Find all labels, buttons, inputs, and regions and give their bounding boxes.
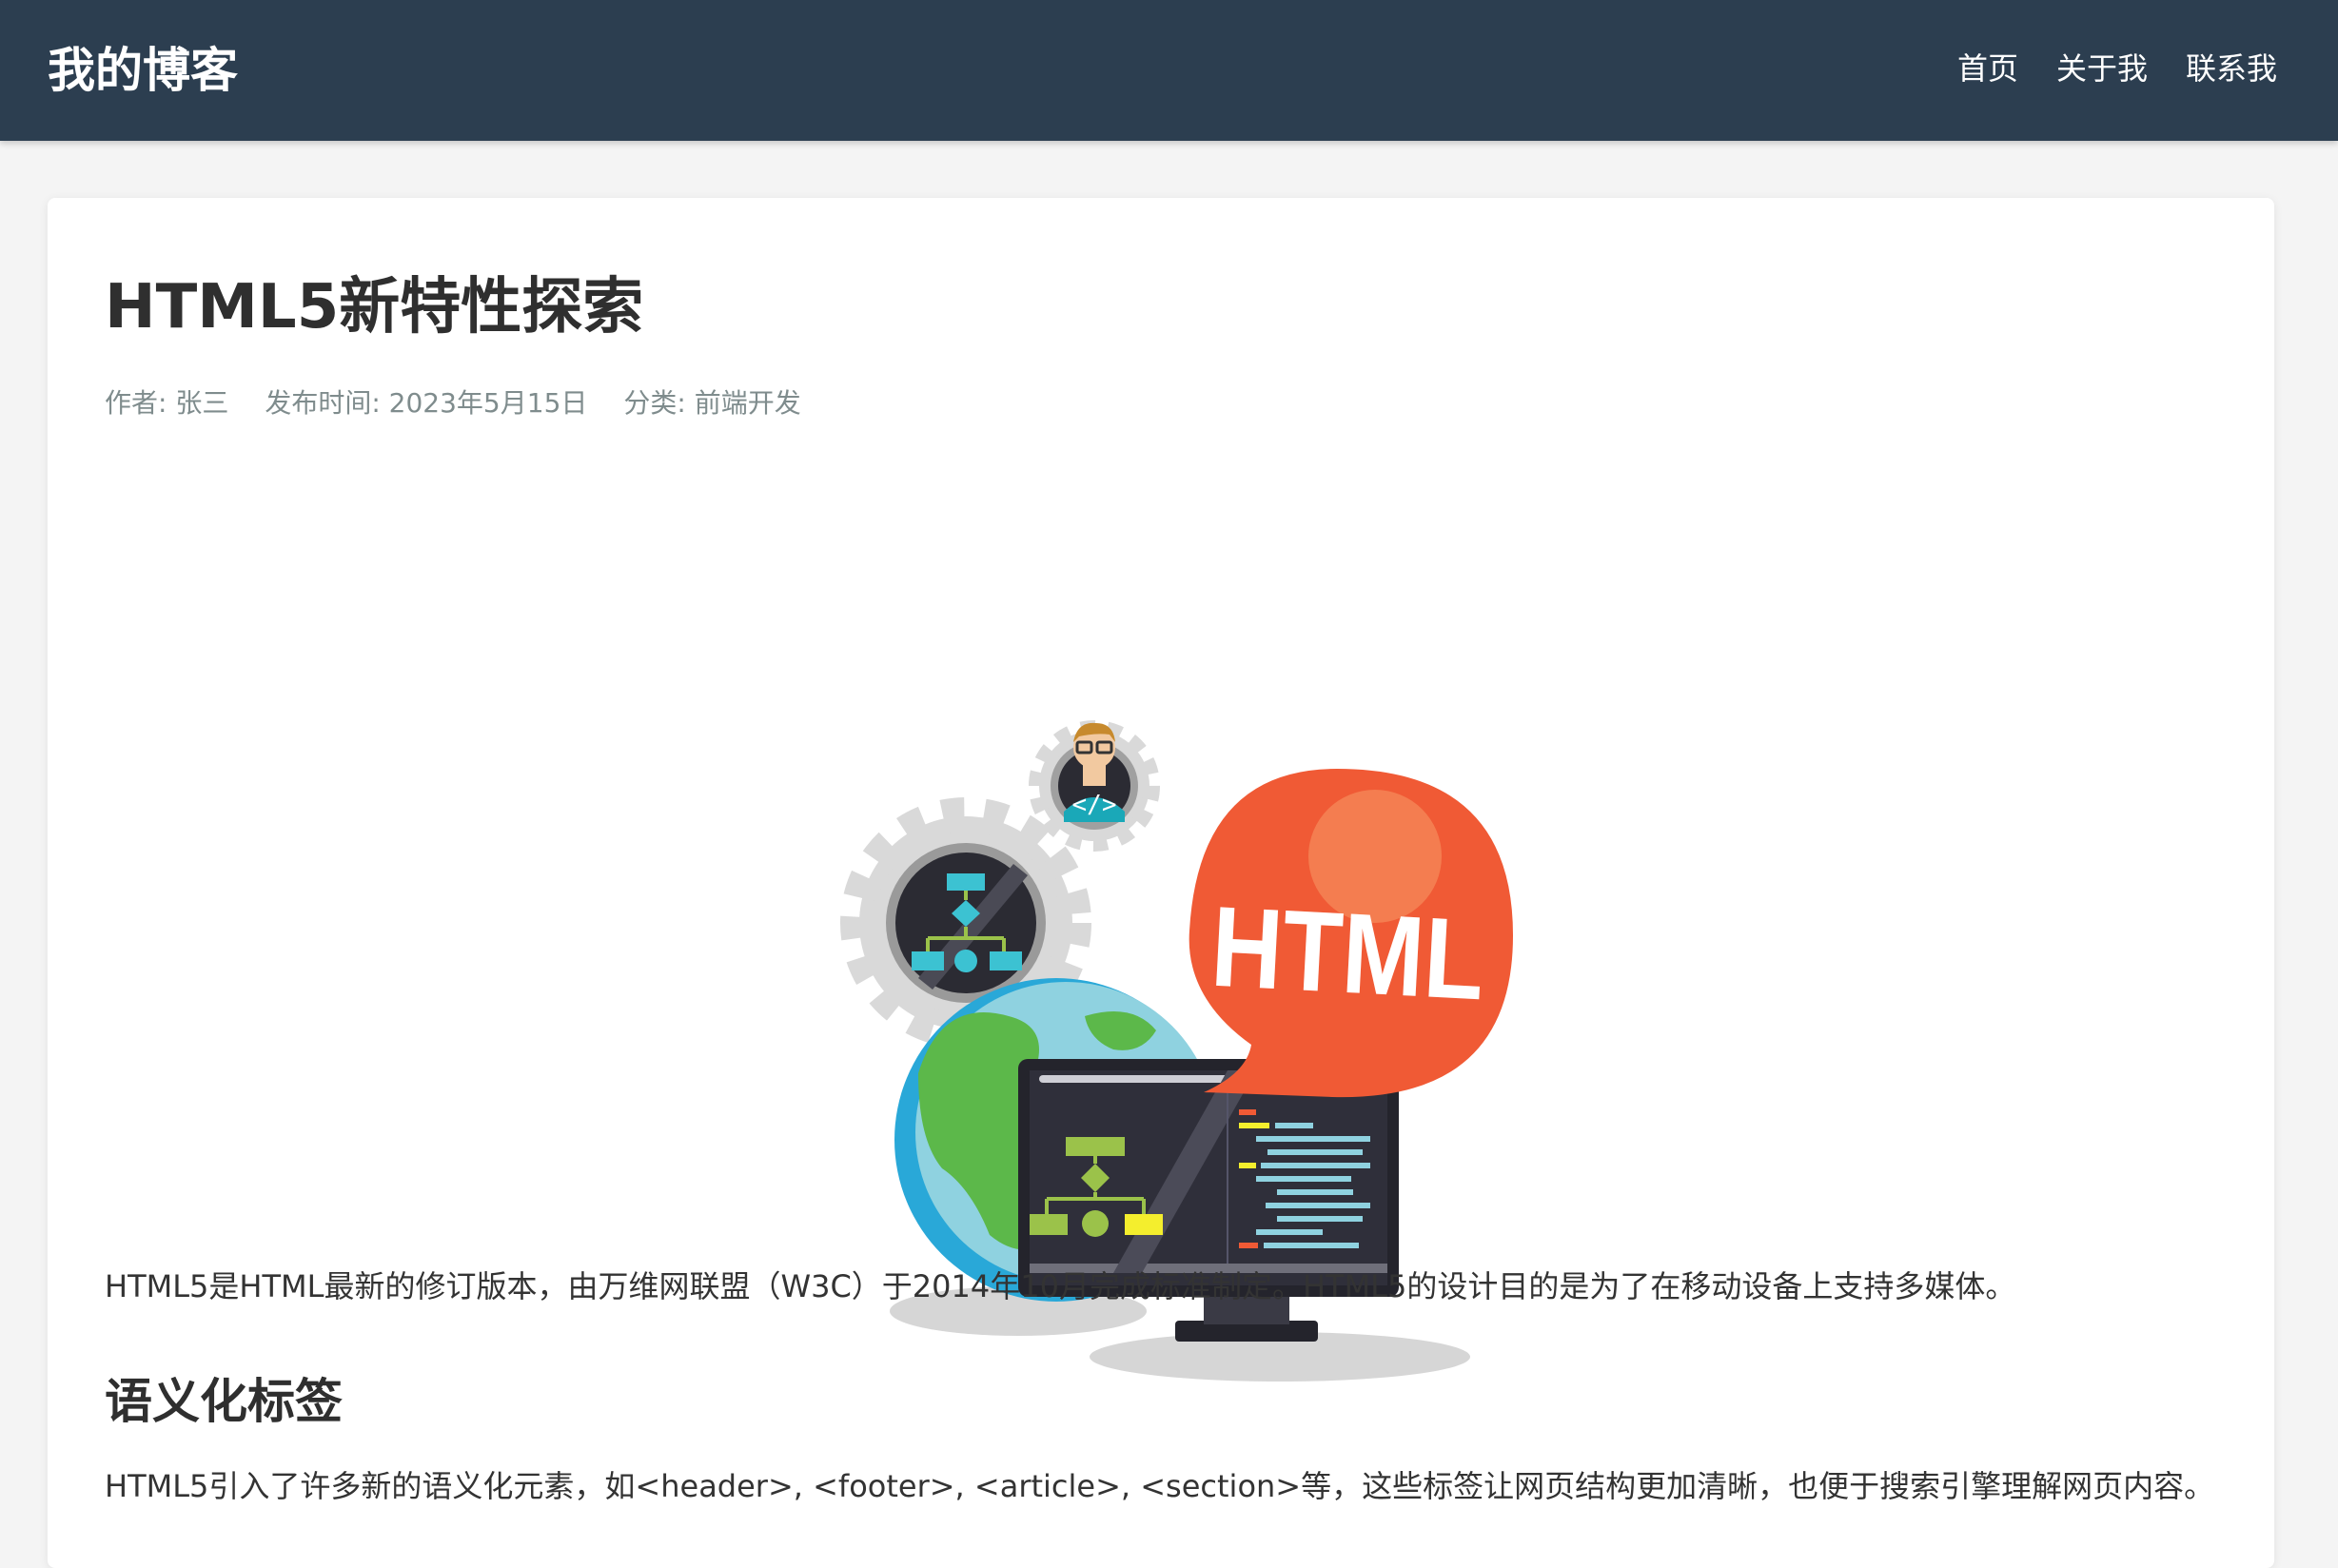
avatar-code-text: </> xyxy=(1072,791,1117,819)
intro-paragraph: HTML5是HTML最新的修订版本，由万维网联盟（W3C）于2014年10月完成… xyxy=(105,1268,2016,1304)
html-bubble-icon: HTML xyxy=(1189,769,1513,1098)
developer-avatar-icon: </> xyxy=(1029,720,1160,852)
post-author: 作者: 张三 xyxy=(105,387,229,419)
site-title[interactable]: 我的博客 xyxy=(48,42,238,99)
nav-contact-link[interactable]: 联系我 xyxy=(2186,48,2277,89)
hero-illustration: </> HTML xyxy=(840,720,1513,1382)
post-category: 分类: 前端开发 xyxy=(623,387,801,419)
post-meta: 作者: 张三 发布时间: 2023年5月15日 分类: 前端开发 xyxy=(105,384,837,422)
site-header: 我的博客 首页 关于我 联系我 xyxy=(0,0,2338,141)
section-heading: 语义化标签 xyxy=(105,1374,343,1429)
post-title: HTML5新特性探索 xyxy=(105,272,644,343)
post-date: 发布时间: 2023年5月15日 xyxy=(265,387,588,419)
article-card: HTML5新特性探索 作者: 张三 发布时间: 2023年5月15日 分类: 前… xyxy=(48,198,2274,1568)
bubble-html-text: HTML xyxy=(1208,882,1487,1024)
nav-about-link[interactable]: 关于我 xyxy=(2056,48,2148,89)
semantic-tags-paragraph: HTML5引入了许多新的语义化元素，如<header>, <footer>, <… xyxy=(105,1468,2215,1504)
nav-home-link[interactable]: 首页 xyxy=(1957,48,2018,89)
main-nav: 首页 关于我 联系我 xyxy=(1919,48,2277,89)
